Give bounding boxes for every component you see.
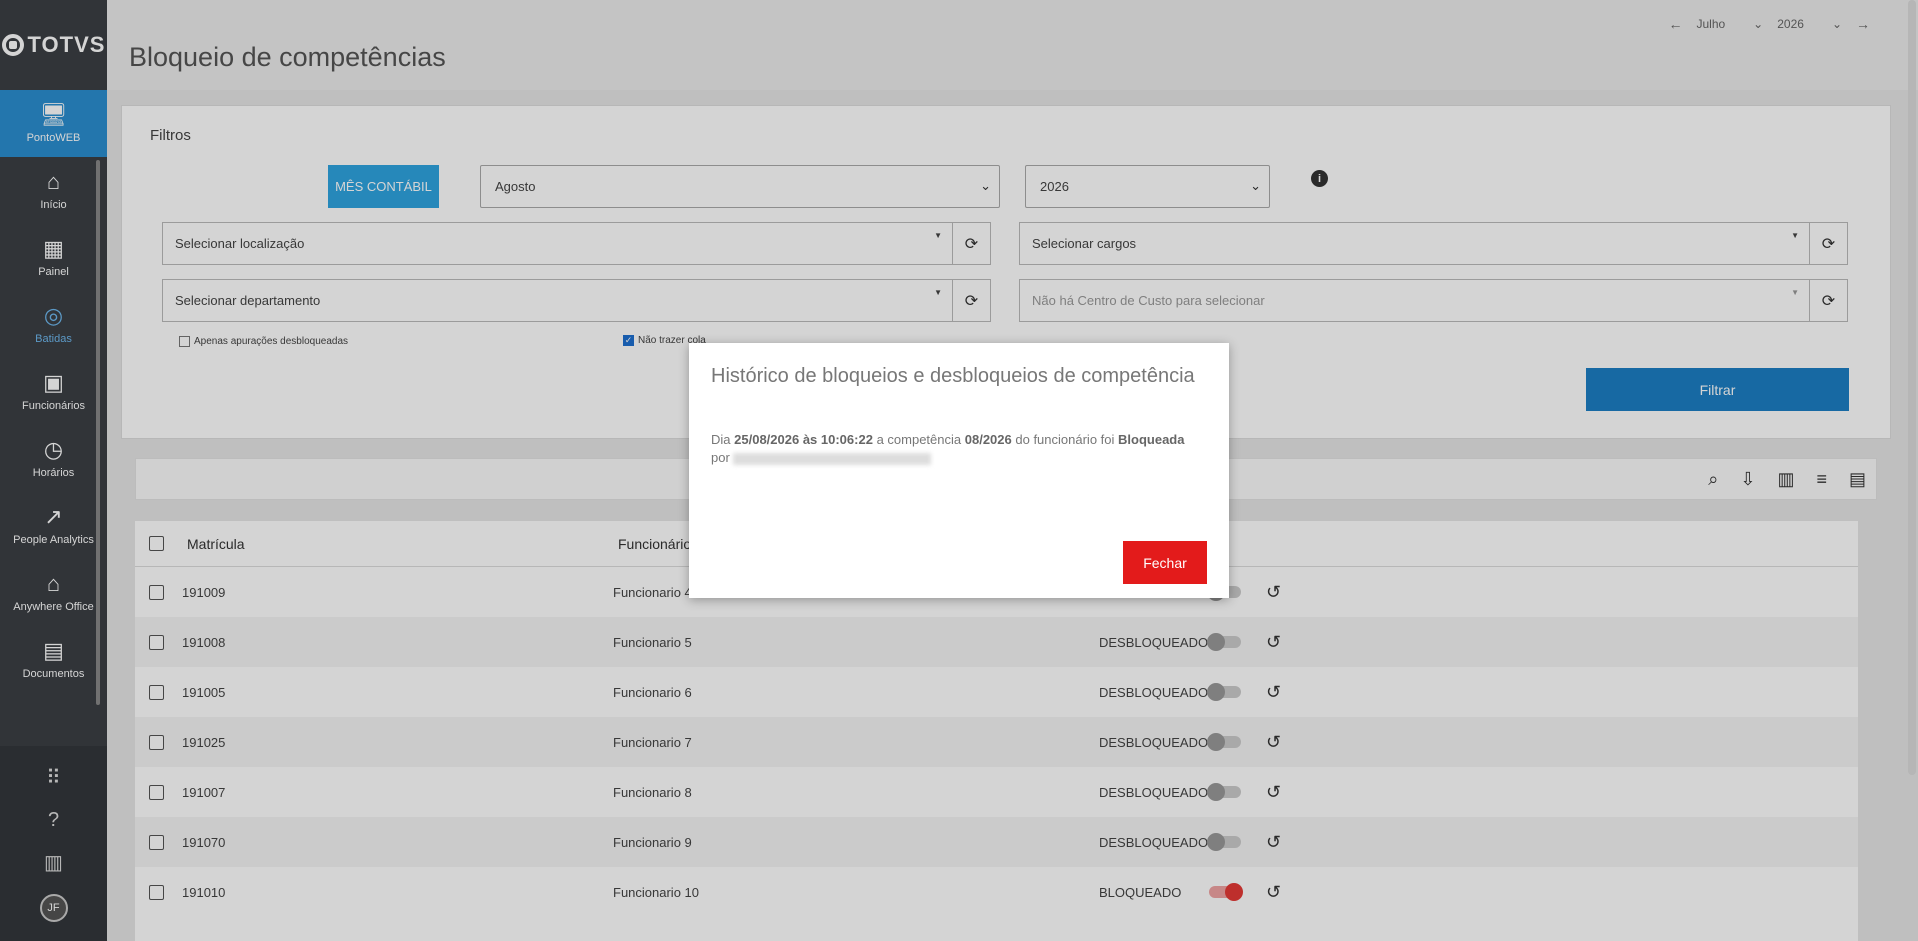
modal-text: Dia: [711, 432, 731, 447]
modal-acao: Bloqueada: [1118, 432, 1185, 447]
modal-body: Dia 25/08/2026 às 10:06:22 a competência…: [711, 431, 1211, 467]
modal-text: a competência: [876, 432, 962, 447]
modal-competencia: 08/2026: [964, 432, 1012, 447]
history-modal: Histórico de bloqueios e desbloqueios de…: [689, 343, 1229, 598]
fechar-button[interactable]: Fechar: [1123, 541, 1207, 584]
modal-date: 25/08/2026 às 10:06:22: [734, 432, 873, 447]
modal-text: por: [711, 450, 730, 465]
modal-text: do funcionário foi: [1015, 432, 1115, 447]
modal-title: Histórico de bloqueios e desbloqueios de…: [711, 365, 1195, 387]
page-scrollbar[interactable]: [1908, 0, 1916, 775]
redacted-user: [733, 452, 932, 465]
